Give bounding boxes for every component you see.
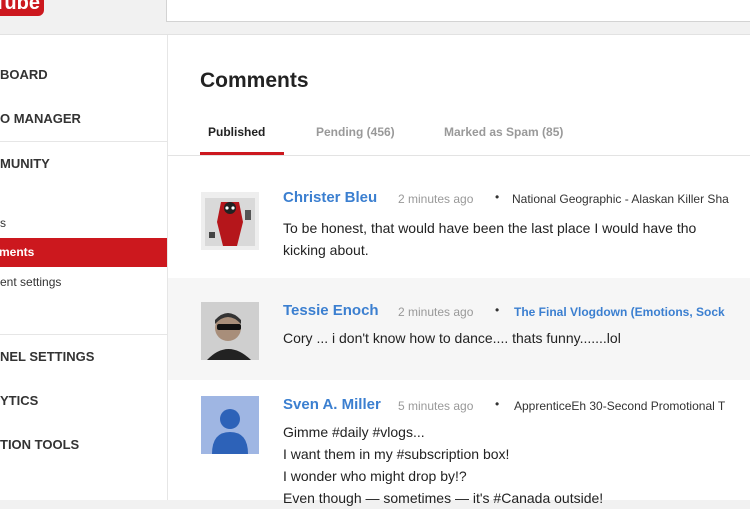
comment-video-link[interactable]: ApprenticeEh 30-Second Promotional T (514, 399, 725, 413)
sidebar-item-dashboard[interactable]: BOARD (0, 67, 48, 82)
search-input[interactable] (166, 0, 750, 22)
comment-line: I wonder who might drop by!? (283, 468, 467, 484)
comment-item: Tessie Enoch 2 minutes ago • The Final V… (168, 278, 750, 380)
tab-spam[interactable]: Marked as Spam (85) (444, 125, 563, 139)
sidebar-item-comments[interactable]: ments (0, 238, 167, 267)
separator-dot: • (495, 397, 500, 411)
avatar[interactable] (201, 192, 259, 250)
tab-pending[interactable]: Pending (456) (316, 125, 395, 139)
comment-video-link[interactable]: National Geographic - Alaskan Killer Sha (512, 192, 729, 206)
separator-dot: • (495, 303, 500, 317)
comment-author[interactable]: Christer Bleu (283, 189, 377, 206)
comment-time[interactable]: 5 minutes ago (398, 399, 473, 413)
top-bar: Tube (0, 0, 750, 35)
comment-author[interactable]: Tessie Enoch (283, 302, 379, 319)
sidebar-item-comments-label: ments (0, 245, 35, 259)
sidebar-item-community[interactable]: MUNITY (0, 156, 50, 171)
comment-line: kicking about. (283, 242, 369, 258)
comment-item: Sven A. Miller 5 minutes ago • Apprentic… (168, 380, 750, 506)
comment-item: Christer Bleu 2 minutes ago • National G… (168, 156, 750, 278)
comment-time[interactable]: 2 minutes ago (398, 192, 473, 206)
sidebar-item-channel-settings[interactable]: NEL SETTINGS (0, 349, 94, 364)
main-content: Comments Published Pending (456) Marked … (168, 35, 750, 506)
comment-text: Gimme #daily #vlogs... I want them in my… (283, 421, 603, 509)
sidebar-divider (0, 141, 167, 142)
sidebar-divider (0, 334, 167, 335)
youtube-logo[interactable]: Tube (0, 0, 44, 16)
sidebar: BOARD O MANAGER MUNITY s ments ent setti… (0, 35, 168, 500)
comment-line: I want them in my #subscription box! (283, 446, 510, 462)
avatar[interactable] (201, 396, 259, 454)
sidebar-item-analytics[interactable]: YTICS (0, 393, 38, 408)
comment-text: Cory ... i don't know how to dance.... t… (283, 327, 621, 349)
sidebar-subitem[interactable]: s (0, 216, 6, 230)
comment-video-link[interactable]: The Final Vlogdown (Emotions, Sock (514, 305, 725, 319)
comment-line: Cory ... i don't know how to dance.... t… (283, 330, 621, 346)
page-title: Comments (200, 69, 309, 92)
comment-line: Even though — sometimes — it's #Canada o… (283, 490, 604, 506)
comment-line: To be honest, that would have been the l… (283, 220, 697, 236)
comment-text: To be honest, that would have been the l… (283, 217, 696, 261)
comment-line: Gimme #daily #vlogs... (283, 424, 425, 440)
separator-dot: • (495, 190, 500, 204)
comment-time[interactable]: 2 minutes ago (398, 305, 473, 319)
avatar[interactable] (201, 302, 259, 360)
sidebar-item-creation-tools[interactable]: TION TOOLS (0, 437, 79, 452)
tab-published[interactable]: Published (208, 125, 265, 139)
sidebar-item-comment-settings[interactable]: ent settings (0, 275, 61, 289)
comment-author[interactable]: Sven A. Miller (283, 396, 381, 413)
sidebar-item-video-manager[interactable]: O MANAGER (0, 111, 81, 126)
